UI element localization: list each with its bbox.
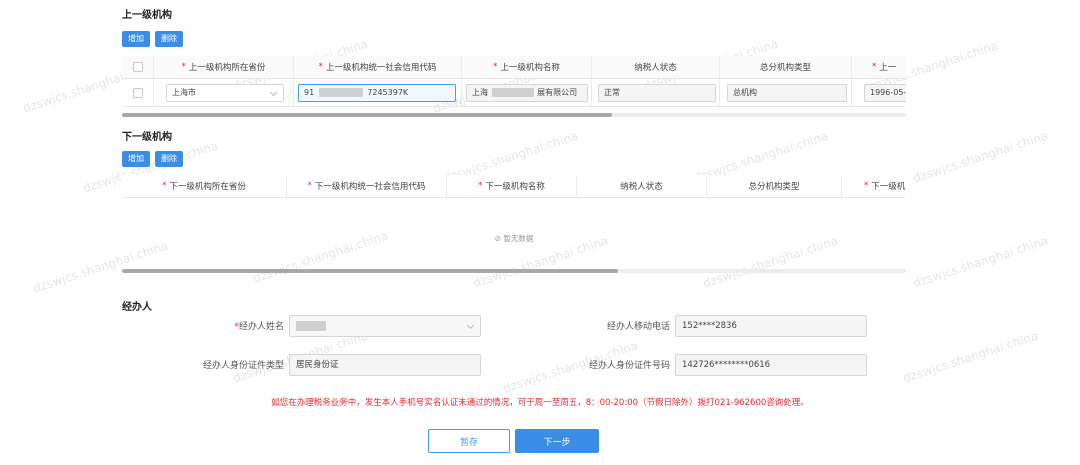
- agent-name-select[interactable]: [289, 315, 481, 337]
- col-lower-name: * 下一级机构名称: [447, 175, 577, 197]
- col-org-type: 总分机构类型: [720, 56, 852, 78]
- upper-table-scrollbar[interactable]: [122, 113, 906, 117]
- org-type-input: 总机构: [727, 84, 847, 102]
- col-upper-name: * 上一级机构名称: [462, 56, 592, 78]
- upper-delete-button[interactable]: 删除: [155, 31, 183, 47]
- lower-table: * 下一级机构所在省份 * 下一级机构统一社会信用代码 * 下一级机构名称 纳税人状态…: [122, 175, 906, 265]
- upper-table-header: * 上一级机构所在省份 * 上一级机构统一社会信用代码 * 上一级机构名称 纳税人状态…: [122, 56, 906, 79]
- row-select-cell: [122, 79, 154, 106]
- scrollbar-thumb[interactable]: [122, 269, 618, 273]
- agent-id-type-input[interactable]: 居民身份证: [289, 354, 481, 376]
- select-all-checkbox[interactable]: [132, 62, 143, 72]
- col-lower-more: * 下一级机: [864, 181, 906, 192]
- col-lower-province: * 下一级机构所在省份: [122, 175, 287, 197]
- watermark: dzswjcs.shanghai.china: [901, 328, 1040, 386]
- lower-add-button[interactable]: 增加: [122, 151, 150, 167]
- phone-verification-notice: 如您在办理税务业务中，发生本人手机号实名认证未通过的情况，可于周一至周五，8：0…: [271, 398, 809, 408]
- upper-table: * 上一级机构所在省份 * 上一级机构统一社会信用代码 * 上一级机构名称 纳税人状态…: [122, 56, 906, 114]
- scrollbar-thumb[interactable]: [122, 113, 612, 117]
- lower-table-header: * 下一级机构所在省份 * 下一级机构统一社会信用代码 * 下一级机构名称 纳税人状态…: [122, 175, 906, 198]
- save-draft-button[interactable]: 暂存: [428, 429, 510, 453]
- upper-section-title: 上一级机构: [122, 10, 172, 21]
- row-checkbox[interactable]: [132, 87, 143, 98]
- lower-delete-button[interactable]: 删除: [155, 151, 183, 167]
- col-upper-more: * 上一: [852, 56, 906, 78]
- col-upper-province: * 上一级机构所在省份: [154, 56, 294, 78]
- taxpayer-status-input: 正常: [598, 84, 716, 102]
- col-lower-org-type: 总分机构类型: [707, 175, 842, 197]
- empty-placeholder: ⊘ 暂无数据: [494, 234, 534, 243]
- lower-section-title: 下一级机构: [122, 132, 172, 143]
- agent-section-title: 经办人: [122, 302, 152, 313]
- upper-name-input[interactable]: 上海 展有限公司: [466, 84, 588, 102]
- agent-id-type-label: 经办人身份证件类型: [202, 361, 284, 371]
- col-taxpayer-status: 纳税人状态: [592, 56, 720, 78]
- agent-phone-input[interactable]: 152****2836: [675, 315, 867, 337]
- agent-name-label: *经办人姓名: [234, 322, 284, 332]
- watermark: dzswjcs.shanghai.china: [911, 128, 1050, 186]
- table-row: 上海市 91 7245397K 上海 展有限公司 正常 总机构 1996-05-…: [122, 79, 906, 107]
- col-lower-taxpayer-status: 纳税人状态: [577, 175, 707, 197]
- agent-id-number-label: 经办人身份证件号码: [588, 361, 670, 371]
- next-step-button[interactable]: 下一步: [515, 429, 599, 453]
- credit-code-input[interactable]: 91 7245397K: [298, 84, 456, 102]
- lower-table-scrollbar[interactable]: [122, 269, 906, 273]
- watermark: dzswjcs.shanghai.china: [911, 233, 1050, 291]
- date-input[interactable]: 1996-05-01: [864, 84, 906, 102]
- redacted-mask: [318, 88, 363, 97]
- province-select[interactable]: 上海市: [166, 84, 284, 102]
- chevron-down-icon: [466, 321, 475, 330]
- select-all-header: [122, 56, 154, 78]
- chevron-down-icon: [269, 88, 278, 97]
- empty-icon: ⊘: [494, 234, 501, 243]
- agent-phone-label: 经办人移动电话: [606, 322, 670, 332]
- upper-add-button[interactable]: 增加: [122, 31, 150, 47]
- redacted-mask: [491, 88, 534, 97]
- col-upper-credit-code: * 上一级机构统一社会信用代码: [294, 56, 462, 78]
- agent-id-number-input[interactable]: 142726********0616: [675, 354, 867, 376]
- redacted-mask: [296, 320, 326, 331]
- col-lower-credit-code: * 下一级机构统一社会信用代码: [287, 175, 447, 197]
